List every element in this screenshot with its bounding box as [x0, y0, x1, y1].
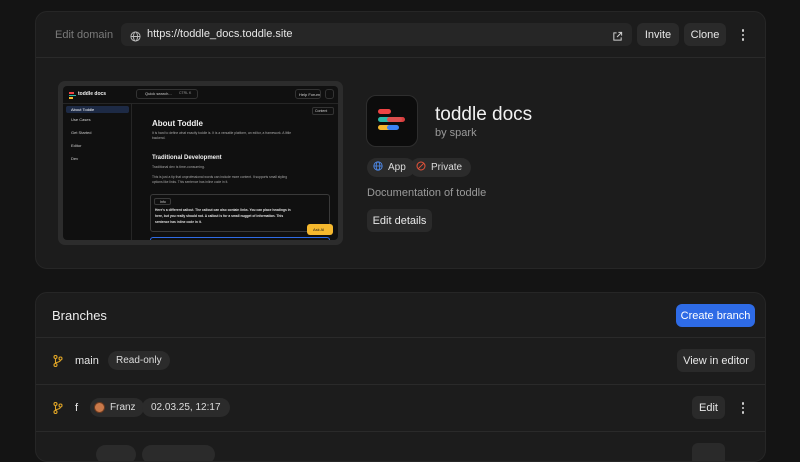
domain-url[interactable]: https://toddle_docs.toddle.site	[147, 28, 293, 40]
preview-sub-text: Traditional dev is time-consuming.	[152, 165, 205, 169]
branch-row[interactable]: main Read-only View in editor	[36, 338, 765, 384]
preview-intro: It is hard to define what exactly toddle…	[152, 131, 292, 140]
read-only-badge: Read-only	[108, 351, 170, 370]
preview-content-badge: Content	[312, 107, 334, 115]
edit-domain-button[interactable]: Edit domain	[55, 29, 113, 41]
preview-paragraph: This is just a tip that unprofessional w…	[152, 175, 288, 179]
branches-card: Branches Create branch main Read-only Vi…	[35, 292, 766, 462]
invite-button[interactable]: Invite	[637, 23, 679, 46]
preview-heading: About Toddle	[152, 119, 203, 128]
preview-theme-icon	[325, 89, 334, 99]
external-link-icon[interactable]	[612, 29, 623, 47]
branch-name[interactable]: f	[75, 402, 78, 414]
app-preview[interactable]: toddle docs Quick search... CTRL K Help …	[58, 81, 343, 245]
branch-author: Franz	[110, 402, 136, 413]
preview-logo-icon	[69, 92, 76, 99]
edit-details-button[interactable]: Edit details	[367, 209, 432, 232]
more-options-icon[interactable]	[735, 25, 751, 45]
branches-title: Branches	[52, 308, 107, 323]
visibility-label: Private	[431, 162, 463, 173]
preview-nav-item: Use Cases	[71, 117, 91, 122]
create-branch-button[interactable]: Create branch	[676, 304, 755, 327]
preview-nav-item: Dev	[71, 156, 79, 161]
app-type-label: App	[388, 162, 406, 173]
view-in-editor-button[interactable]: View in editor	[677, 349, 755, 372]
branch-author-badge: Franz	[90, 398, 144, 417]
preview-search: Quick search... CTRL K	[136, 89, 198, 99]
globe-icon	[373, 161, 383, 174]
branch-timestamp: 02.03.25, 12:17	[142, 398, 230, 417]
private-icon	[416, 161, 426, 174]
preview-nav-item: Get Started	[71, 130, 92, 135]
preview-nav-item: About Toddle	[71, 107, 95, 112]
avatar	[94, 402, 105, 413]
header-divider	[36, 57, 765, 58]
project-author: by spark	[435, 127, 477, 139]
project-card: Edit domain https://toddle_docs.toddle.s…	[35, 11, 766, 269]
url-bar[interactable]: https://toddle_docs.toddle.site	[121, 23, 632, 46]
preview-nav-item: Editor	[71, 143, 82, 148]
globe-icon	[130, 29, 141, 47]
visibility-badge: Private	[410, 158, 472, 177]
branch-icon	[53, 354, 63, 372]
preview-help: Help Forum	[295, 89, 321, 99]
branch-icon	[53, 401, 63, 419]
edit-branch-button[interactable]: Edit	[692, 396, 725, 419]
project-description: Documentation of toddle	[367, 187, 487, 199]
project-name: toddle docs	[435, 104, 533, 125]
app-logo-icon	[366, 95, 418, 147]
preview-paragraph: options like links. This sentence has in…	[152, 180, 229, 184]
preview-subheading: Traditional Development	[152, 155, 222, 161]
branch-name[interactable]: main	[75, 355, 99, 367]
branch-row[interactable]: f Franz 02.03.25, 12:17 Edit	[36, 385, 765, 431]
preview-brand: toddle docs	[78, 91, 107, 97]
branch-more-options-icon[interactable]	[735, 398, 751, 418]
preview-callout-tag: Info	[154, 198, 171, 205]
clone-button[interactable]: Clone	[684, 23, 726, 46]
preview-ask-ai-button: Ask AI	[307, 224, 333, 235]
preview-callout: Info Here's a different callout. The cal…	[150, 194, 330, 232]
branch-row[interactable]	[36, 432, 765, 461]
app-type-badge: App	[367, 158, 415, 177]
